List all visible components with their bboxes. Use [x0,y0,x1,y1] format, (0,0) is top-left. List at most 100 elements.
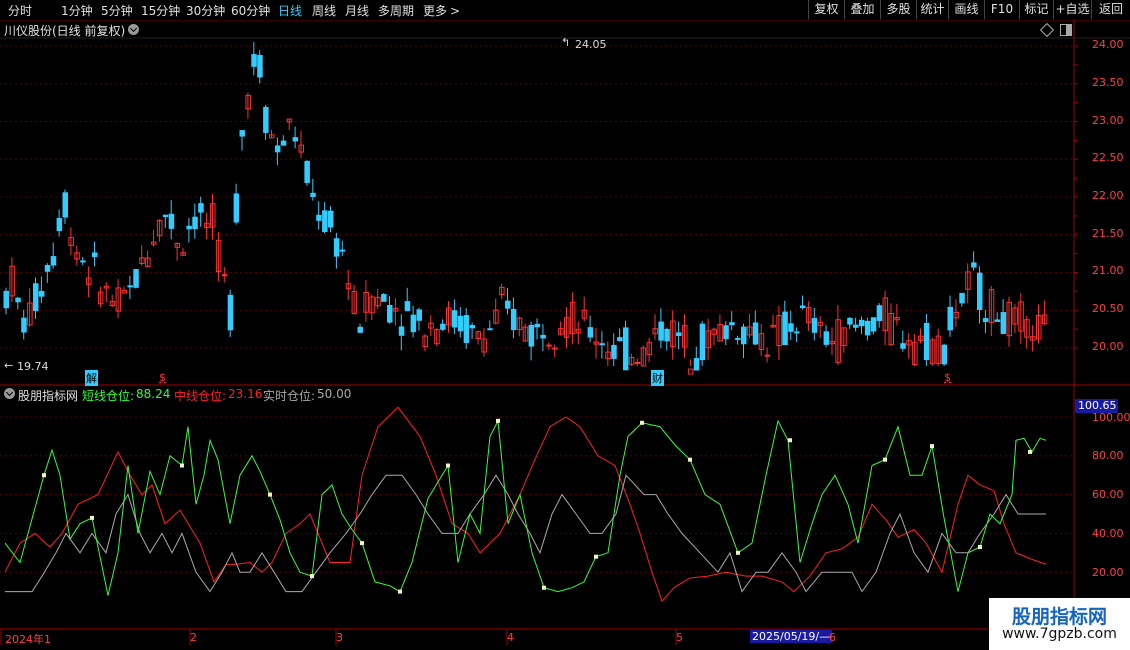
candle-body [357,326,363,333]
timeframe-tab-30min[interactable]: 30分钟 [186,2,225,19]
timeframe-tab-weekly[interactable]: 周线 [312,2,336,19]
overlay-button[interactable]: 叠加 [844,0,880,19]
candle-body [86,277,92,285]
candle-body [623,327,629,371]
adjust-price-button[interactable]: 复权 [808,0,844,19]
candle-body [292,137,299,142]
candle-body [469,325,476,329]
candle-body [794,331,800,334]
low-price-label: 19.74 [17,360,49,373]
candle-body [440,323,446,330]
candle-body [988,289,995,323]
candle-body [741,326,747,345]
candle-body [516,317,523,331]
candle-body [109,300,116,307]
f10-button[interactable]: F10 [984,0,1019,19]
candle-body [162,214,169,218]
signal-dot [446,463,450,468]
timeframe-tab-daily[interactable]: 日线 [278,2,302,19]
candle-body [80,260,86,263]
candle-body [1024,319,1030,338]
candle-body [729,322,735,326]
top-toolbar: 分时 1分钟 5分钟 15分钟 30分钟 60分钟 日线 周线 月线 多周期 更… [0,0,1130,21]
date-label: 3 [336,631,343,644]
candle-body [328,210,334,228]
candle-body [800,305,806,309]
candle-body [322,210,328,233]
timeframe-tab-15min[interactable]: 15分钟 [141,2,180,19]
signal-dot [496,418,500,423]
signal-dot [398,589,402,594]
candle-body [605,351,611,359]
date-cursor-label: 2025/05/19/— [750,630,833,643]
candle-body [664,328,670,342]
watermark-url: www.7gpzb.com [1002,626,1117,642]
candle-body [788,323,794,332]
signal-dot [788,438,792,443]
stock-chart [0,20,1130,650]
candle-body [263,106,269,133]
signal-dot [594,554,598,559]
timeframe-tab-more[interactable]: 更多 > [423,2,460,19]
candle-body [286,118,293,123]
indicator-titlebar: 股朋指标网 短线仓位: 88.24 中线仓位: 23.16 实时仓位: 50.0… [0,386,1074,403]
candle-body [894,317,900,321]
indicator-tick: 80.00 [1092,449,1124,462]
timeframe-tab-minute[interactable]: 分时 [8,2,32,19]
multi-stock-button[interactable]: 多股 [880,0,916,19]
mark-button[interactable]: 标记 [1019,0,1053,19]
timeframe-tab-multi[interactable]: 多周期 [378,2,414,19]
signal-dot [542,585,546,590]
window-toggle-icon[interactable] [1060,24,1072,36]
timeframe-tab-1min[interactable]: 1分钟 [61,2,93,19]
candle-body [74,252,80,260]
candle-body [198,203,204,213]
candle-body [139,257,145,264]
candle-body [552,347,558,350]
watermark-logo: 股朋指标网 www.7gpzb.com [989,598,1130,650]
candle-body [994,319,1001,322]
candle-body [186,225,192,230]
candle-body [505,300,511,309]
add-watchlist-button[interactable]: +自选 [1053,0,1091,19]
candle-body [829,341,835,345]
signal-dot [930,444,934,449]
price-tick: 23.50 [1092,76,1124,89]
price-tick: 24.00 [1092,38,1124,51]
indicator-tick: 60.00 [1092,488,1124,501]
candle-body [392,307,399,312]
timeframe-tab-monthly[interactable]: 月线 [345,2,369,19]
candle-body [375,296,381,307]
candle-body [121,290,127,294]
statistics-button[interactable]: 统计 [916,0,948,19]
high-price-label: 24.05 [575,38,607,51]
candle-body [546,344,552,347]
price-tick: 22.50 [1092,151,1124,164]
mid-position-label: 中线仓位: [174,389,227,403]
back-button[interactable]: 返回 [1091,0,1130,19]
candle-body [310,192,316,197]
event-finance-label[interactable]: 财 [651,370,664,386]
price-tick: 22.00 [1092,189,1124,202]
signal-dot [883,457,887,462]
candle-body [180,252,186,256]
event-dividend-label[interactable]: $ [159,371,166,384]
candle-body [628,356,635,365]
candle-body [746,326,753,336]
candle-body [21,317,27,333]
candle-body [853,324,859,328]
candle-body [434,329,440,345]
candle-body [422,335,428,347]
chevron-down-icon[interactable] [128,24,139,35]
chevron-down-icon[interactable] [4,388,15,399]
draw-line-button[interactable]: 画线 [948,0,984,19]
timeframe-tab-5min[interactable]: 5分钟 [101,2,133,19]
candle-body [558,328,564,335]
candle-body [864,320,871,336]
event-unlock-label[interactable]: 解 [85,370,98,386]
date-label: 4 [507,631,514,644]
timeframe-tab-60min[interactable]: 60分钟 [231,2,270,19]
mid-position-line [4,406,1047,603]
price-tick: 23.00 [1092,114,1124,127]
event-dividend-label[interactable]: $ [944,371,951,384]
